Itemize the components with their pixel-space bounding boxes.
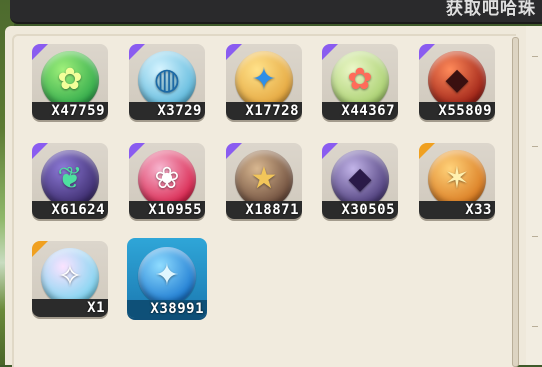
item-count: X18871 xyxy=(245,202,299,218)
item-count: X47759 xyxy=(51,103,105,119)
orb-emblem: ◆ xyxy=(348,161,372,196)
blue-star-orb-icon: ✦ xyxy=(235,51,293,109)
item-count: X33 xyxy=(465,202,492,218)
count-bar: X10955 xyxy=(129,201,205,219)
item-count: X61624 xyxy=(51,202,105,218)
rainbow-crystal-orb-icon: ✧ xyxy=(41,248,99,306)
orb-emblem: ◆ xyxy=(445,62,469,97)
item-count: X44367 xyxy=(341,103,395,119)
inventory-item[interactable]: ✧ X1 xyxy=(32,241,108,317)
item-count: X1 xyxy=(87,300,105,316)
purple-leaf-orb-icon: ❦ xyxy=(41,150,99,208)
count-bar: X3729 xyxy=(129,102,205,120)
count-bar: X44367 xyxy=(322,102,398,120)
count-bar: X30505 xyxy=(322,201,398,219)
orb-emblem: ❦ xyxy=(57,161,83,196)
inventory-item[interactable]: ❦ X61624 xyxy=(32,143,108,219)
item-count: X17728 xyxy=(245,103,299,119)
scrollbar[interactable] xyxy=(512,37,519,367)
orb-emblem: ✿ xyxy=(347,62,373,97)
red-crystal-orb-icon: ◆ xyxy=(428,51,486,109)
item-count: X10955 xyxy=(148,202,202,218)
orb-emblem: ✦ xyxy=(154,258,180,293)
inventory-item[interactable]: ◍ X3729 xyxy=(129,44,205,120)
panel-title: 获取吧哈珠 xyxy=(446,0,536,19)
red-ring-flower-orb-icon: ❀ xyxy=(138,150,196,208)
inventory-item[interactable]: ◆ X30505 xyxy=(322,143,398,219)
inventory-item[interactable]: ◆ X55809 xyxy=(419,44,495,120)
side-ruler xyxy=(526,26,542,365)
count-bar: X47759 xyxy=(32,102,108,120)
inventory-item-selected[interactable]: ✦ X38991 xyxy=(127,238,207,318)
item-count: X30505 xyxy=(341,202,395,218)
inventory-item[interactable]: ✦ X17728 xyxy=(226,44,302,120)
count-bar: X33 xyxy=(419,201,495,219)
inventory-item[interactable]: ✿ X44367 xyxy=(322,44,398,120)
green-flower-orb-icon: ✿ xyxy=(41,51,99,109)
orb-emblem: ✧ xyxy=(57,259,83,294)
count-bar: X38991 xyxy=(127,300,207,318)
orb-emblem: ★ xyxy=(250,161,278,196)
orb-emblem: ✦ xyxy=(251,62,277,97)
item-count: X3729 xyxy=(157,103,202,119)
count-bar: X61624 xyxy=(32,201,108,219)
orange-star-orb-icon: ✶ xyxy=(428,150,486,208)
inventory-item[interactable]: ✿ X47759 xyxy=(32,44,108,120)
bronze-star-orb-icon: ★ xyxy=(235,150,293,208)
title-bar: 获取吧哈珠 xyxy=(10,0,542,24)
pink-flower-orb-icon: ✿ xyxy=(331,51,389,109)
orb-emblem: ◍ xyxy=(153,62,181,97)
item-count: X38991 xyxy=(150,301,204,317)
orb-emblem: ✿ xyxy=(57,62,83,97)
inventory-item[interactable]: ★ X18871 xyxy=(226,143,302,219)
blue-cage-orb-icon: ◍ xyxy=(138,51,196,109)
count-bar: X55809 xyxy=(419,102,495,120)
blue-star-orb-icon: ✦ xyxy=(138,247,196,305)
orb-emblem: ❀ xyxy=(154,161,180,196)
count-bar: X18871 xyxy=(226,201,302,219)
item-count: X55809 xyxy=(438,103,492,119)
count-bar: X17728 xyxy=(226,102,302,120)
inventory-item[interactable]: ✶ X33 xyxy=(419,143,495,219)
orb-emblem: ✶ xyxy=(444,161,470,196)
count-bar: X1 xyxy=(32,299,108,317)
inventory-item[interactable]: ❀ X10955 xyxy=(129,143,205,219)
purple-gem-orb-icon: ◆ xyxy=(331,150,389,208)
